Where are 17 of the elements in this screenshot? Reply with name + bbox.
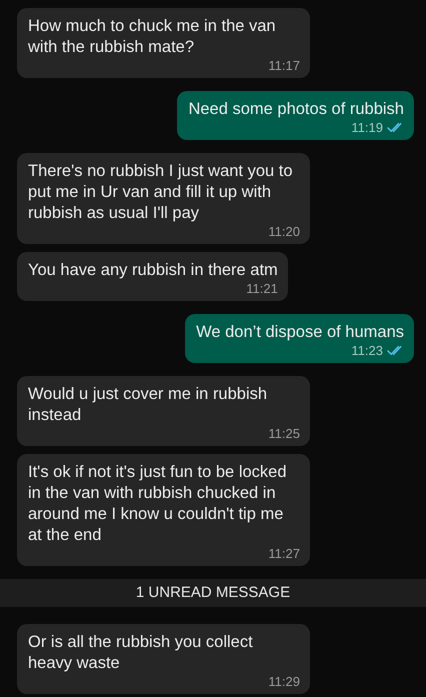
message-time: 11:17 (268, 58, 300, 73)
message-time: 11:21 (246, 281, 278, 296)
message-text: We don’t dispose of humans (196, 322, 404, 343)
message-text: Or is all the rubbish you collect heavy waste (28, 632, 254, 674)
message-time: 11:25 (268, 426, 300, 441)
message-text: How much to chuck me in the van with the rubbish mate? (28, 16, 277, 58)
message-time: 11:27 (268, 546, 300, 561)
message-time: 11:19 (351, 120, 383, 135)
message-text: Need some photos of rubbish (188, 99, 404, 120)
unread-label: 1 UNREAD MESSAGE (136, 584, 290, 602)
message-time: 11:20 (268, 224, 300, 239)
message-text: Would u just cover me in rubbish instead (28, 384, 268, 426)
message-text: It's ok if not it's just fun to be locked in the van with rubbish chucked in around me I know u couldn't tip me at the end (28, 462, 288, 546)
message-text: You have any rubbish in there atm (28, 260, 278, 281)
message-text: There's no rubbish I just want you to put me in Ur van and fill it up with rubbish as usual I'll pay (28, 161, 294, 224)
message-time: 11:23 (351, 343, 383, 358)
message-time: 11:29 (268, 674, 300, 689)
